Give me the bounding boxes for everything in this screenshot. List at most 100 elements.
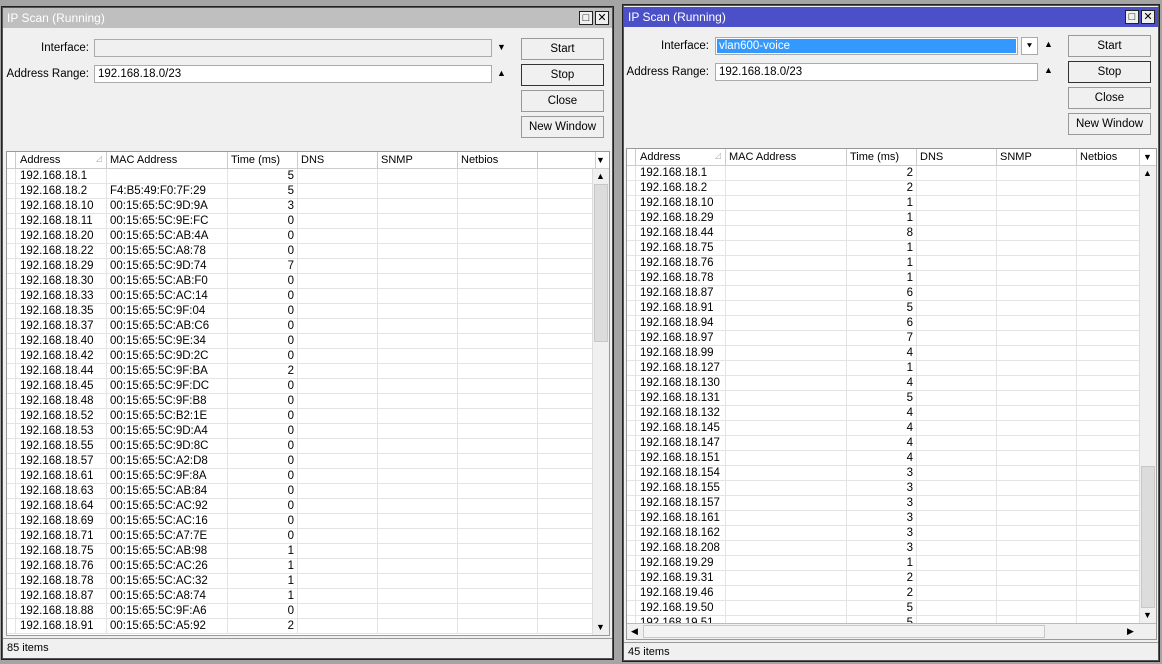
maximize-button[interactable]: □ <box>1125 10 1139 24</box>
column-header[interactable]: Time (ms) <box>847 149 917 166</box>
table-row[interactable]: 192.168.18.11 00:15:65:5C:9E:FC 0 <box>7 214 609 229</box>
column-menu-icon[interactable]: ▼ <box>593 153 608 168</box>
table-row[interactable]: 192.168.19.50 5 <box>627 601 1156 616</box>
scroll-down-icon[interactable]: ▼ <box>1140 608 1155 623</box>
table-row[interactable]: 192.168.18.40 00:15:65:5C:9E:34 0 <box>7 334 609 349</box>
table-row[interactable]: 192.168.18.132 4 <box>627 406 1156 421</box>
table-row[interactable]: 192.168.18.44 8 <box>627 226 1156 241</box>
address-range-input[interactable]: 192.168.18.0/23 <box>715 63 1038 81</box>
table-row[interactable]: 192.168.18.37 00:15:65:5C:AB:C6 0 <box>7 319 609 334</box>
table-row[interactable]: 192.168.18.161 3 <box>627 511 1156 526</box>
table-row[interactable]: 192.168.18.75 00:15:65:5C:AB:98 1 <box>7 544 609 559</box>
table-row[interactable]: 192.168.18.208 3 <box>627 541 1156 556</box>
table-row[interactable]: 192.168.18.94 6 <box>627 316 1156 331</box>
table-row[interactable]: 192.168.18.88 00:15:65:5C:9F:A6 0 <box>7 604 609 619</box>
column-header[interactable]: SNMP <box>378 152 458 169</box>
table-row[interactable]: 192.168.18.2 F4:B5:49:F0:7F:29 5 <box>7 184 609 199</box>
column-header[interactable]: Address ◿ <box>17 152 107 169</box>
table-row[interactable]: 192.168.18.127 1 <box>627 361 1156 376</box>
table-row[interactable]: 192.168.18.78 1 <box>627 271 1156 286</box>
table-row[interactable]: 192.168.18.99 4 <box>627 346 1156 361</box>
table-row[interactable]: 192.168.18.30 00:15:65:5C:AB:F0 0 <box>7 274 609 289</box>
scrollbar-thumb[interactable] <box>594 184 608 342</box>
column-header[interactable] <box>538 152 596 169</box>
table-row[interactable]: 192.168.18.55 00:15:65:5C:9D:8C 0 <box>7 439 609 454</box>
interface-select[interactable]: vlan600-voice <box>715 37 1018 55</box>
table-row[interactable]: 192.168.18.10 00:15:65:5C:9D:9A 3 <box>7 199 609 214</box>
table-row[interactable]: 192.168.18.10 1 <box>627 196 1156 211</box>
table-row[interactable]: 192.168.18.69 00:15:65:5C:AC:16 0 <box>7 514 609 529</box>
table-row[interactable]: 192.168.18.147 4 <box>627 436 1156 451</box>
table-row[interactable]: 192.168.18.76 00:15:65:5C:AC:26 1 <box>7 559 609 574</box>
title-bar[interactable]: IP Scan (Running) □ ✕ <box>3 8 612 28</box>
dropdown-arrow-icon[interactable]: ▼ <box>497 42 506 52</box>
table-row[interactable]: 192.168.19.29 1 <box>627 556 1156 571</box>
table-row[interactable]: 192.168.18.35 00:15:65:5C:9F:04 0 <box>7 304 609 319</box>
table-row[interactable]: 192.168.18.1 5 <box>7 169 609 184</box>
table-row[interactable]: 192.168.18.45 00:15:65:5C:9F:DC 0 <box>7 379 609 394</box>
table-row[interactable]: 192.168.18.52 00:15:65:5C:B2:1E 0 <box>7 409 609 424</box>
table-row[interactable]: 192.168.18.91 00:15:65:5C:A5:92 2 <box>7 619 609 634</box>
scroll-left-icon[interactable]: ◀ <box>627 624 642 639</box>
column-header[interactable]: Netbios <box>1077 149 1140 166</box>
table-row[interactable]: 192.168.18.53 00:15:65:5C:9D:A4 0 <box>7 424 609 439</box>
table-row[interactable]: 192.168.18.22 00:15:65:5C:A8:78 0 <box>7 244 609 259</box>
scroll-down-icon[interactable]: ▼ <box>593 620 608 635</box>
close-button[interactable]: Close <box>521 90 604 112</box>
table-row[interactable]: 192.168.18.61 00:15:65:5C:9F:8A 0 <box>7 469 609 484</box>
table-row[interactable]: 192.168.18.57 00:15:65:5C:A2:D8 0 <box>7 454 609 469</box>
table-row[interactable]: 192.168.19.31 2 <box>627 571 1156 586</box>
table-row[interactable]: 192.168.18.64 00:15:65:5C:AC:92 0 <box>7 499 609 514</box>
collapse-arrow-icon[interactable]: ▲ <box>497 68 506 78</box>
table-row[interactable]: 192.168.18.131 5 <box>627 391 1156 406</box>
horizontal-scrollbar[interactable]: ◀ ▶ <box>627 623 1156 639</box>
column-header[interactable]: Time (ms) <box>228 152 298 169</box>
table-row[interactable]: 192.168.18.44 00:15:65:5C:9F:BA 2 <box>7 364 609 379</box>
scrollbar-thumb[interactable] <box>1141 466 1155 608</box>
table-row[interactable]: 192.168.18.87 00:15:65:5C:A8:74 1 <box>7 589 609 604</box>
vertical-scrollbar[interactable]: ▲ ▼ <box>592 169 609 635</box>
address-range-input[interactable]: 192.168.18.0/23 <box>94 65 492 83</box>
table-row[interactable]: 192.168.18.20 00:15:65:5C:AB:4A 0 <box>7 229 609 244</box>
column-header[interactable]: DNS <box>917 149 997 166</box>
new-window-button[interactable]: New Window <box>1068 113 1151 135</box>
table-row[interactable]: 192.168.18.63 00:15:65:5C:AB:84 0 <box>7 484 609 499</box>
scroll-right-icon[interactable]: ▶ <box>1123 624 1138 639</box>
maximize-button[interactable]: □ <box>579 11 593 25</box>
table-row[interactable]: 192.168.18.130 4 <box>627 376 1156 391</box>
table-row[interactable]: 192.168.18.145 4 <box>627 421 1156 436</box>
stop-button[interactable]: Stop <box>521 64 604 86</box>
start-button[interactable]: Start <box>1068 35 1151 57</box>
table-row[interactable]: 192.168.18.1 2 <box>627 166 1156 181</box>
new-window-button[interactable]: New Window <box>521 116 604 138</box>
vertical-scrollbar[interactable]: ▲ ▼ <box>1139 166 1156 623</box>
table-row[interactable]: 192.168.18.157 3 <box>627 496 1156 511</box>
table-row[interactable]: 192.168.18.29 00:15:65:5C:9D:74 7 <box>7 259 609 274</box>
table-row[interactable]: 192.168.18.154 3 <box>627 466 1156 481</box>
table-row[interactable]: 192.168.18.71 00:15:65:5C:A7:7E 0 <box>7 529 609 544</box>
column-header[interactable]: SNMP <box>997 149 1077 166</box>
column-header[interactable]: DNS <box>298 152 378 169</box>
column-header[interactable]: Netbios <box>458 152 538 169</box>
table-row[interactable]: 192.168.18.76 1 <box>627 256 1156 271</box>
interface-select[interactable] <box>94 39 492 57</box>
scrollbar-thumb[interactable] <box>643 625 1045 638</box>
title-bar[interactable]: IP Scan (Running) □ ✕ <box>624 7 1158 27</box>
start-button[interactable]: Start <box>521 38 604 60</box>
table-row[interactable]: 192.168.18.97 7 <box>627 331 1156 346</box>
collapse-arrow-icon[interactable]: ▲ <box>1044 39 1053 49</box>
dropdown-button[interactable]: ⯆ <box>1021 37 1038 55</box>
collapse-arrow-icon[interactable]: ▲ <box>1044 65 1053 75</box>
column-header[interactable]: MAC Address <box>726 149 847 166</box>
scroll-up-icon[interactable]: ▲ <box>593 169 608 184</box>
column-header[interactable]: Address ◿ <box>637 149 726 166</box>
stop-button[interactable]: Stop <box>1068 61 1151 83</box>
close-button[interactable]: Close <box>1068 87 1151 109</box>
column-menu-icon[interactable]: ▼ <box>1140 150 1155 165</box>
table-row[interactable]: 192.168.18.151 4 <box>627 451 1156 466</box>
table-row[interactable]: 192.168.18.29 1 <box>627 211 1156 226</box>
table-row[interactable]: 192.168.18.91 5 <box>627 301 1156 316</box>
table-row[interactable]: 192.168.18.78 00:15:65:5C:AC:32 1 <box>7 574 609 589</box>
table-row[interactable]: 192.168.18.155 3 <box>627 481 1156 496</box>
column-header[interactable]: MAC Address <box>107 152 228 169</box>
